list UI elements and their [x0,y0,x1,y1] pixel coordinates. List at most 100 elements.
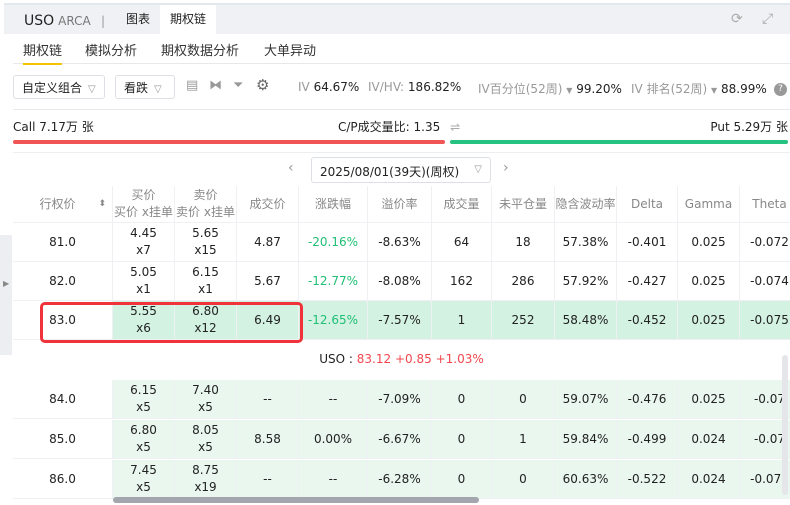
header-implied-vol[interactable]: 隐含波动率 [555,186,617,222]
open-interest-value: 0 [519,471,527,486]
implied-vol-cell: 57.92% [555,262,617,300]
bid-cell: 7.45 x5 [113,460,175,498]
header-volume[interactable]: 成交量 [432,186,492,222]
sort-icon[interactable]: ⬍ [98,196,106,213]
fullscreen-icon[interactable]: ⤢ [762,11,773,27]
ivhv-value: 186.82% [407,80,462,94]
underlying-price: 83.12 [356,352,392,366]
prev-expiry-icon[interactable]: ‹ [288,160,294,176]
premium-value: -8.63% [378,234,421,249]
open-interest-cell: 252 [492,301,555,339]
volume-value: 162 [450,273,473,288]
implied-vol-cell: 57.38% [555,223,617,261]
layout-icon[interactable]: ▤ [186,78,198,93]
symbol: USO ARCA [24,13,91,29]
cp-ratio: C/P成交量比: 1.35 ⇌ [338,118,460,135]
header-label: 买价 [131,188,156,202]
volume-cell: 1 [432,301,492,339]
open-interest-value: 252 [511,312,535,327]
iv-percentile-stat[interactable]: IV百分位(52周) ▼ 99.20% [478,80,622,97]
table-header: 行权价 ⬍ 买价 买价 x挂单 卖价 卖价 x挂单 成交价 涨跌幅 溢价率 成交量 未平仓量 隐含波动… [13,186,790,223]
expiry-dropdown[interactable]: 2025/08/01(39天)(周权) ▽ [311,157,491,183]
next-expiry-icon[interactable]: › [503,160,509,176]
bid-cell: 6.15 x5 [113,380,175,418]
last-value: 4.87 [254,234,281,249]
header-strike[interactable]: 行权价 ⬍ [13,186,113,222]
refresh-icon[interactable]: ⟳ [731,11,743,27]
gamma-value: 0.025 [691,273,726,288]
gamma-value: 0.025 [691,391,726,406]
subtab-simulation[interactable]: 模拟分析 [85,40,137,59]
side-panel-toggle[interactable]: ▶ [0,235,12,355]
table-row[interactable]: 86.0 7.45 x5 8.75 x19 -- -- -6.28% 0 0 60.63% -0.52… [13,460,790,499]
header-label: 成交量 [443,196,480,211]
ask-cell: 8.75 x19 [175,460,237,498]
tab-chart[interactable]: 图表 [116,5,160,34]
vertical-scrollbar[interactable] [782,355,788,495]
volume-cell: 162 [432,262,492,300]
put-bar [450,140,788,144]
last-cell: 8.58 [237,420,299,458]
split-icon[interactable]: ⧓ [209,78,222,93]
ask-value: x5 [198,440,213,454]
header-premium[interactable]: 溢价率 [368,186,432,222]
subtab-option-chain[interactable]: 期权链 [23,40,63,65]
bid-cell: 6.80 x5 [113,420,175,458]
ivrank-label: IV 排名(52周) [631,82,708,96]
direction-dropdown[interactable]: 看跌 ▽ [115,75,175,99]
volume-cell: 0 [432,420,492,458]
volume-value: 0 [457,471,466,486]
combo-dropdown[interactable]: 自定义组合 ▽ [13,75,105,99]
header-label: 溢价率 [381,196,418,211]
open-interest-cell: 0 [492,460,555,498]
header-gamma[interactable]: Gamma [678,186,740,222]
swap-icon[interactable]: ⇌ [450,120,460,134]
delta-value: -0.476 [627,391,667,406]
table-row[interactable]: 85.0 6.80 x5 8.05 x5 8.58 0.00% -6.67% 0 1 59.84% -… [13,420,790,459]
expiry-selector-bar: ‹ 2025/08/01(39天)(周权) ▽ › [13,152,790,186]
premium-cell: -8.63% [368,223,432,261]
gamma-value: 0.025 [691,234,726,249]
delta-value: -0.499 [627,431,667,446]
premium-cell: -6.67% [368,420,432,458]
gamma-value: 0.025 [691,312,726,327]
table-row[interactable]: 81.0 4.45 x7 5.65 x15 4.87 -20.16% -8.63% 64 18 57… [13,223,790,262]
header-open-interest[interactable]: 未平仓量 [492,186,555,222]
header-theta[interactable]: Theta [740,186,790,222]
header-delta[interactable]: Delta [617,186,678,222]
delta-value: -0.427 [627,273,667,288]
subtab-option-data[interactable]: 期权数据分析 [161,40,239,59]
implied-vol-value: 57.38% [562,234,609,249]
gamma-cell: 0.025 [678,301,740,339]
gamma-value: 0.024 [691,471,726,486]
implied-vol-value: 59.07% [562,391,609,406]
header-label: 涨跌幅 [314,196,351,211]
header-label: 未平仓量 [498,196,547,211]
bid-cell: 5.05 x1 [113,262,175,300]
horizontal-scrollbar[interactable] [113,497,479,503]
ask-cell: 7.40 x5 [175,380,237,418]
volume-value: 1 [457,312,466,327]
subtab-block-trades[interactable]: 大单异动 [264,40,316,59]
iv-rank-stat[interactable]: IV 排名(52周) ▼ 88.99% [631,80,767,97]
strike-cell: 84.0 [13,380,113,418]
delta-value: -0.522 [627,471,667,486]
gamma-cell: 0.025 [678,262,740,300]
table-row[interactable]: 82.0 5.05 x1 6.15 x1 5.67 -12.77% -8.08% 162 286 5… [13,262,790,301]
gear-icon[interactable]: ⚙ [256,76,269,94]
cp-ratio-value: 1.35 [413,120,441,134]
header-bid[interactable]: 买价 买价 x挂单 [113,186,175,222]
header-last[interactable]: 成交价 [237,186,299,222]
toolbar: 自定义组合 ▽ 看跌 ▽ ▤ ⧓ ⏷ ⚙ IV 64.67% IV/HV: 186.… [13,70,790,110]
ask-value: 5.65 [192,226,219,240]
underlying-price-row: USO : 83.12 +0.85 +1.03% [13,339,790,380]
header-ask[interactable]: 卖价 卖价 x挂单 [175,186,237,222]
table-row[interactable]: 84.0 6.15 x5 7.40 x5 -- -- -7.09% 0 0 59.07% -0.476… [13,380,790,419]
filter-icon[interactable]: ⏷ [233,78,243,93]
divider: | [101,14,106,28]
cp-ratio-label: C/P成交量比: [338,120,410,134]
help-icon[interactable]: ? [774,80,787,96]
tab-option-chain[interactable]: 期权链 [160,5,217,34]
ask-value: 7.40 [192,383,219,397]
header-change[interactable]: 涨跌幅 [299,186,368,222]
